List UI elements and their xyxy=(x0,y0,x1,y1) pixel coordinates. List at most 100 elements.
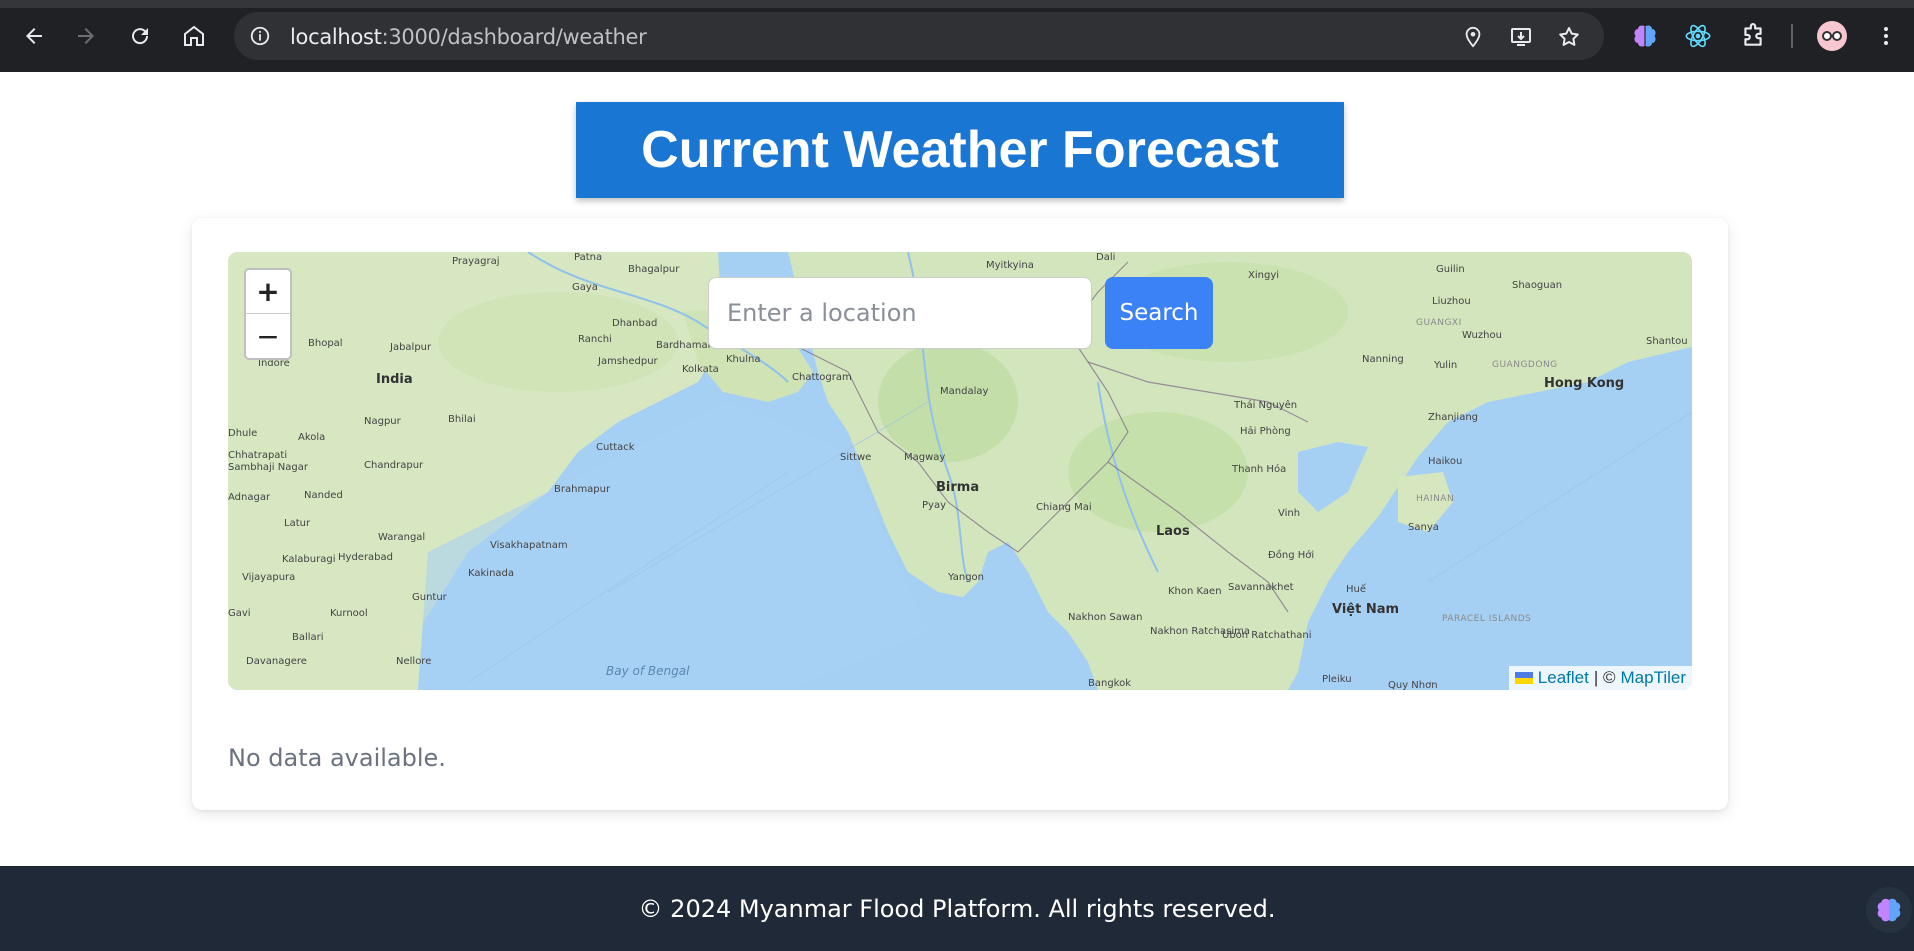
map-label: Yulin xyxy=(1434,360,1458,371)
map-label: Kurnool xyxy=(330,608,368,619)
map-label: Zhanjiang xyxy=(1428,412,1479,423)
puzzle-extensions-icon[interactable] xyxy=(1737,20,1769,52)
map-label: Xingyi xyxy=(1248,270,1280,281)
toolbar-separator xyxy=(1791,24,1793,48)
location-pin-icon[interactable] xyxy=(1460,24,1486,50)
map-label: Gavi xyxy=(228,608,251,619)
attribution-separator: | © xyxy=(1593,668,1616,687)
map-label: Chhatrapati xyxy=(228,450,288,461)
map-label: Guntur xyxy=(412,592,447,603)
map-label: Magway xyxy=(904,452,946,463)
map-label: Shantou xyxy=(1646,336,1688,347)
forward-arrow-icon[interactable] xyxy=(68,18,104,54)
tab-strip-edge xyxy=(0,0,1914,8)
browser-toolbar: localhost:3000/dashboard/weather xyxy=(0,0,1914,72)
address-bar[interactable]: localhost:3000/dashboard/weather xyxy=(234,12,1604,60)
react-extension-icon[interactable] xyxy=(1682,20,1714,52)
map-label: Bay of Bengal xyxy=(606,664,690,678)
map-label: Liuzhou xyxy=(1432,296,1471,307)
map-label: Chattogram xyxy=(792,372,852,383)
map-label: Jamshedpur xyxy=(598,356,658,367)
zoom-in-button[interactable]: + xyxy=(246,270,290,314)
map-label: Adnagar xyxy=(228,492,271,503)
map-label: Davanagere xyxy=(246,656,307,667)
map-label: Chiang Mai xyxy=(1036,502,1092,513)
map-label: Pleiku xyxy=(1322,674,1352,685)
zoom-in-icon: + xyxy=(256,275,280,308)
map-label: HAINAN xyxy=(1416,494,1455,504)
url-host: localhost xyxy=(290,25,382,49)
map-label: Yangon xyxy=(948,572,985,583)
install-app-icon[interactable] xyxy=(1508,24,1534,50)
more-menu-icon[interactable] xyxy=(1870,20,1902,52)
map-label: Quy Nhơn xyxy=(1388,680,1438,690)
weather-map[interactable]: Prayagraj Patna Bhagalpur Gaya Dhanbad R… xyxy=(228,252,1692,690)
map-label: GUANGDONG xyxy=(1492,360,1558,370)
map-label: Chandrapur xyxy=(364,460,424,471)
map-label: GUANGXI xyxy=(1416,318,1462,328)
map-label: Ballari xyxy=(292,632,324,643)
map-label: Đồng Hới xyxy=(1268,550,1315,561)
map-label: Sambhaji Nagar xyxy=(228,462,308,473)
map-label: Brahmapur xyxy=(554,484,611,495)
map-label: Wuzhou xyxy=(1462,330,1502,341)
map-label: Nagpur xyxy=(364,416,401,427)
map-label: Bangkok xyxy=(1088,678,1132,689)
map-label: Nanded xyxy=(304,490,343,501)
map-label: Warangal xyxy=(378,532,426,543)
leaflet-link[interactable]: Leaflet xyxy=(1538,668,1589,688)
map-label: Dhule xyxy=(228,428,258,439)
bookmark-star-icon[interactable] xyxy=(1556,24,1582,50)
brain-extension-icon[interactable] xyxy=(1629,20,1661,52)
back-arrow-icon[interactable] xyxy=(16,18,52,54)
ukraine-flag-icon xyxy=(1514,672,1533,684)
map-label: Laos xyxy=(1156,524,1190,539)
map-label: Gaya xyxy=(572,282,598,293)
footer-copyright: © 2024 Myanmar Flood Platform. All right… xyxy=(638,894,1276,923)
map-label: Prayagraj xyxy=(452,256,500,267)
zoom-out-button[interactable]: − xyxy=(246,314,290,358)
map-label: Kakinada xyxy=(468,568,515,579)
floating-brain-extension-icon[interactable] xyxy=(1866,887,1912,933)
profile-avatar-icon[interactable] xyxy=(1816,20,1848,52)
map-label: Việt Nam xyxy=(1332,602,1400,617)
map-label: Ubon Ratchathani xyxy=(1222,630,1312,641)
map-label: Dali xyxy=(1096,252,1116,263)
zoom-out-icon: − xyxy=(256,319,280,353)
reload-icon[interactable] xyxy=(122,18,158,54)
home-icon[interactable] xyxy=(176,18,212,54)
map-label: India xyxy=(376,372,413,387)
maptiler-link[interactable]: MapTiler xyxy=(1621,668,1687,688)
location-search-input[interactable] xyxy=(708,277,1092,349)
map-label: Birma xyxy=(936,480,980,495)
map-label: Vinh xyxy=(1278,508,1301,519)
map-label: Ranchi xyxy=(578,334,612,345)
map-label: Bhilai xyxy=(448,414,476,425)
map-label: Vijayapura xyxy=(242,572,296,583)
map-label: Kalaburagi xyxy=(282,554,336,565)
map-label: Nellore xyxy=(396,656,432,667)
map-label: Patna xyxy=(574,252,603,263)
map-label: Bhopal xyxy=(308,338,343,349)
map-label: Jabalpur xyxy=(390,342,432,353)
map-label: Hải Phòng xyxy=(1240,426,1291,437)
map-label: Sanya xyxy=(1408,522,1439,533)
map-label: Myitkyina xyxy=(986,260,1034,271)
map-label: Nanning xyxy=(1362,354,1404,365)
map-label: PARACEL ISLANDS xyxy=(1442,614,1532,624)
map-label: Latur xyxy=(284,518,311,529)
url-text[interactable]: localhost:3000/dashboard/weather xyxy=(290,25,647,49)
map-label: Pyay xyxy=(922,500,946,511)
map-label: Bhagalpur xyxy=(628,264,680,275)
map-label: Bardhaman xyxy=(656,340,714,351)
map-label: Hong Kong xyxy=(1544,376,1625,391)
site-info-icon[interactable] xyxy=(248,24,272,48)
map-label: Guilin xyxy=(1436,264,1465,275)
map-label: Khon Kaen xyxy=(1168,586,1222,597)
map-label: Hyderabad xyxy=(338,552,393,563)
map-label: Thanh Hóa xyxy=(1232,464,1287,475)
map-label: Savannakhet xyxy=(1228,582,1294,593)
map-attribution: Leaflet | © MapTiler xyxy=(1508,666,1692,690)
page-title: Current Weather Forecast xyxy=(641,121,1279,179)
search-button[interactable]: Search xyxy=(1105,277,1213,349)
